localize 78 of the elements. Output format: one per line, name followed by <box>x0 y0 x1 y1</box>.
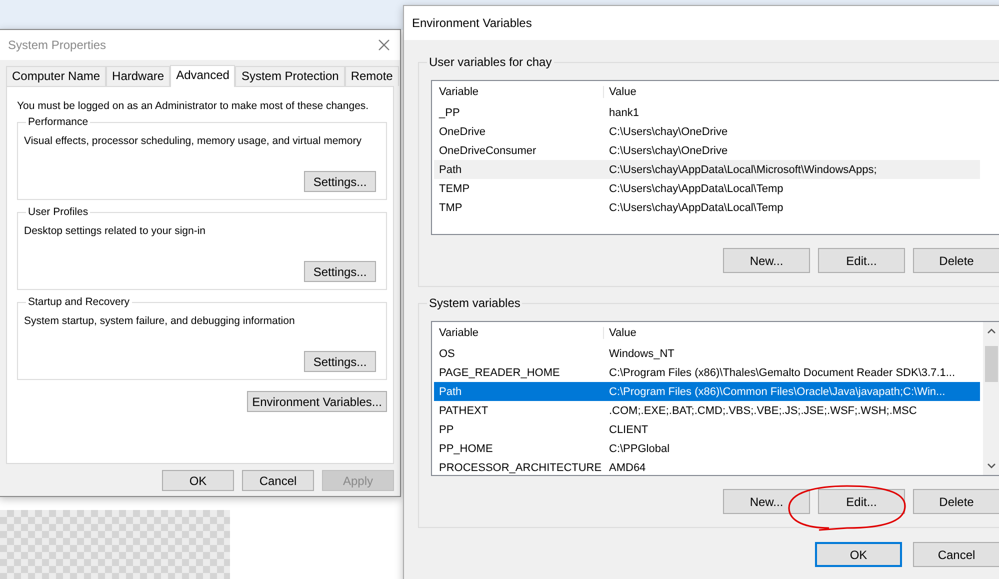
variable-value: C:\Program Files (x86)\Common Files\Oracle\Java\javapath;C:\Win... <box>608 386 946 398</box>
variable-name: PP_HOME <box>438 442 494 454</box>
notice-text: You must be logged on as an Administrator to make most of these changes. <box>17 100 370 112</box>
scroll-down-icon[interactable] <box>987 463 996 469</box>
window-title: Environment Variables <box>412 16 532 30</box>
list-row[interactable]: OneDrive C:\Users\chay\OneDrive <box>434 122 980 141</box>
dialog-button[interactable]: OK <box>815 542 902 567</box>
list-row[interactable]: Path C:\Users\chay\AppData\Local\Microsoft\WindowsApps; <box>434 160 980 179</box>
list-action-button[interactable]: Delete <box>913 489 999 514</box>
variable-name: OS <box>438 348 456 360</box>
list-row[interactable]: PROCESSOR_ARCHITECTURE AMD64 <box>434 458 980 475</box>
environment-variables-button[interactable]: Environment Variables... <box>247 391 387 412</box>
tab[interactable]: Remote <box>344 66 399 86</box>
variable-name: OneDrive <box>438 126 486 138</box>
settings-button[interactable]: Settings... <box>304 261 376 282</box>
variable-value: .COM;.EXE;.BAT;.CMD;.VBS;.VBE;.JS;.JSE;.WSF;.WSH;.MSC <box>608 404 917 416</box>
dialog-button[interactable]: Cancel <box>913 542 999 567</box>
variable-name: PATHEXT <box>438 404 490 416</box>
column-header[interactable]: Value <box>604 86 636 98</box>
tab[interactable]: Advanced <box>170 65 236 87</box>
variable-name: PROCESSOR_ARCHITECTURE <box>438 462 603 474</box>
variable-value: C:\Users\chay\AppData\Local\Temp <box>608 182 784 194</box>
group-title: Startup and Recovery <box>26 296 132 308</box>
list-action-button[interactable]: Edit... <box>818 489 905 514</box>
close-icon[interactable] <box>378 39 390 51</box>
dialog-button[interactable]: OK <box>162 470 234 491</box>
column-header[interactable]: Variable <box>434 327 604 339</box>
list-row[interactable]: PAGE_READER_HOME C:\Program Files (x86)\Thales\Gemalto Document Reader SDK\3.7.1... <box>434 363 980 382</box>
list-row[interactable]: PP_HOME C:\PPGlobal <box>434 439 980 458</box>
list-row[interactable]: OneDriveConsumer C:\Users\chay\OneDrive <box>434 141 980 160</box>
list-action-button[interactable]: Delete <box>913 248 999 273</box>
list-row[interactable]: Path C:\Program Files (x86)\Common Files\Oracle\Java\javapath;C:\Win... <box>434 382 980 401</box>
variable-name: Path <box>438 386 463 398</box>
variable-name: PAGE_READER_HOME <box>438 366 561 378</box>
tab[interactable]: System Protection <box>235 66 345 86</box>
group-title: User variables for chay <box>427 55 554 69</box>
group-description: Desktop settings related to your sign-in <box>24 225 207 237</box>
variable-value: C:\Program Files (x86)\Thales\Gemalto Document Reader SDK\3.7.1... <box>608 366 956 378</box>
scrollbar[interactable] <box>983 322 999 475</box>
list-row[interactable]: _PP hank1 <box>434 103 980 122</box>
dialog-button[interactable]: Cancel <box>242 470 314 491</box>
group-description: Visual effects, processor scheduling, memory usage, and virtual memory <box>24 135 363 147</box>
scrollbar-thumb[interactable] <box>985 346 998 382</box>
variable-name: TMP <box>438 202 464 214</box>
list-row[interactable]: PATHEXT .COM;.EXE;.BAT;.CMD;.VBS;.VBE;.JS;.JSE;.WSF;.WSH;.MSC <box>434 401 980 420</box>
list-row[interactable]: OS Windows_NT <box>434 344 980 363</box>
tab[interactable]: Hardware <box>106 66 170 86</box>
group-title: User Profiles <box>26 206 90 218</box>
list-row[interactable]: TEMP C:\Users\chay\AppData\Local\Temp <box>434 179 980 198</box>
column-header[interactable]: Value <box>604 327 636 339</box>
column-header[interactable]: Variable <box>434 86 604 98</box>
variable-value: C:\Users\chay\OneDrive <box>608 144 728 156</box>
variable-value: AMD64 <box>608 462 646 474</box>
list-action-button[interactable]: New... <box>723 248 810 273</box>
variable-value: CLIENT <box>608 424 648 436</box>
group-title: Performance <box>26 116 90 128</box>
variable-value: Windows_NT <box>608 348 674 360</box>
list-row[interactable]: TMP C:\Users\chay\AppData\Local\Temp <box>434 198 980 217</box>
group-description: System startup, system failure, and debugging information <box>24 315 296 327</box>
variable-value: C:\Users\chay\OneDrive <box>608 126 728 138</box>
list-action-button[interactable]: New... <box>723 489 810 514</box>
settings-button[interactable]: Settings... <box>304 171 376 192</box>
list-action-button[interactable]: Edit... <box>818 248 905 273</box>
list-row[interactable]: PP CLIENT <box>434 420 980 439</box>
variable-name: OneDriveConsumer <box>438 144 538 156</box>
group-title: System variables <box>427 296 522 310</box>
settings-button[interactable]: Settings... <box>304 351 376 372</box>
variable-name: PP <box>438 424 455 436</box>
variable-value: C:\PPGlobal <box>608 442 670 454</box>
window-title: System Properties <box>8 38 106 52</box>
variable-name: Path <box>438 164 463 176</box>
variable-value: hank1 <box>608 106 639 118</box>
scroll-up-icon[interactable] <box>987 328 996 334</box>
variable-value: C:\Users\chay\AppData\Local\Temp <box>608 202 784 214</box>
tab[interactable]: Computer Name <box>6 66 106 86</box>
variable-name: _PP <box>438 106 461 118</box>
variable-name: TEMP <box>438 182 471 194</box>
variable-value: C:\Users\chay\AppData\Local\Microsoft\WindowsApps; <box>608 164 877 176</box>
